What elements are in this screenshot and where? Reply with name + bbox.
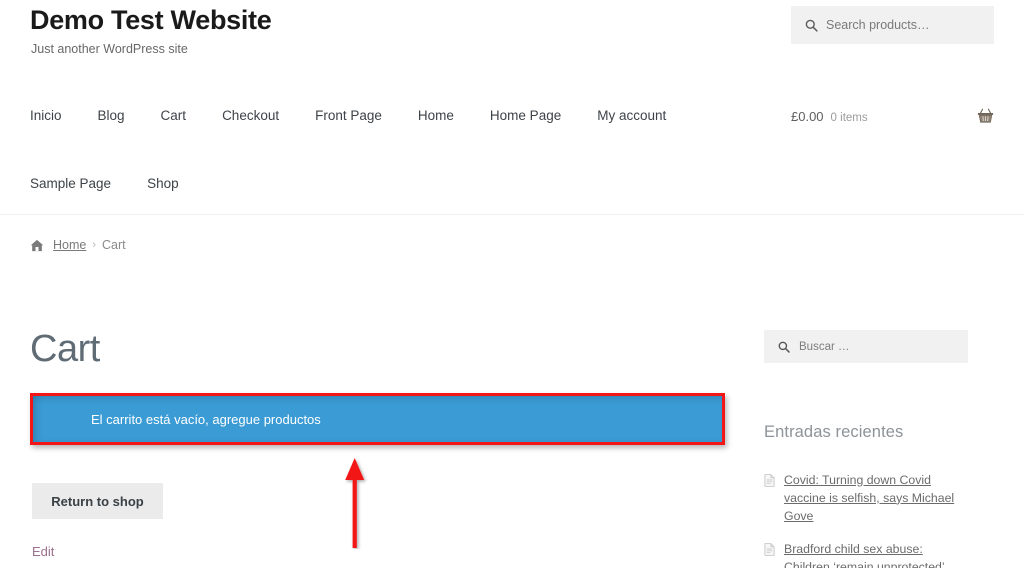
empty-cart-notice[interactable]: El carrito está vacío, agregue productos [33, 396, 722, 442]
nav-row-primary: Inicio Blog Cart Checkout Front Page Hom… [30, 96, 750, 134]
document-icon [764, 541, 775, 568]
nav-item-my-account[interactable]: My account [597, 108, 666, 123]
page-title: Cart [30, 328, 100, 370]
nav-item-front-page[interactable]: Front Page [315, 108, 382, 123]
breadcrumb-current: Cart [102, 238, 126, 252]
breadcrumb-home-link[interactable]: Home [53, 238, 86, 252]
sidebar: Buscar … Entradas recientes Covid: Turni… [764, 330, 968, 568]
sidebar-search-placeholder: Buscar … [799, 340, 850, 353]
main-content: Cart [30, 328, 730, 370]
recent-posts-heading: Entradas recientes [764, 423, 904, 441]
nav-item-home[interactable]: Home [418, 108, 454, 123]
product-search-box[interactable]: Search products… [791, 6, 994, 44]
annotation-arrow-icon [345, 458, 365, 548]
document-icon [764, 472, 775, 525]
site-tagline: Just another WordPress site [31, 42, 188, 56]
search-icon [805, 19, 818, 32]
nav-item-blog[interactable]: Blog [98, 108, 125, 123]
nav-item-shop[interactable]: Shop [147, 176, 179, 191]
nav-row-secondary: Sample Page Shop [30, 164, 750, 202]
breadcrumb-separator: › [92, 239, 97, 251]
cart-totals: £0.00 0 items [791, 109, 868, 124]
site-title[interactable]: Demo Test Website [30, 5, 272, 36]
recent-posts-list: Covid: Turning down Covid vaccine is sel… [764, 472, 968, 568]
nav-item-home-page[interactable]: Home Page [490, 108, 561, 123]
return-to-shop-button[interactable]: Return to shop [32, 483, 163, 519]
nav-item-sample-page[interactable]: Sample Page [30, 176, 111, 191]
recent-post-link[interactable]: Bradford child sex abuse: Children ‘rema… [784, 541, 968, 568]
list-item[interactable]: Bradford child sex abuse: Children ‘rema… [764, 541, 968, 568]
list-item[interactable]: Covid: Turning down Covid vaccine is sel… [764, 472, 968, 525]
edit-link[interactable]: Edit [32, 544, 54, 559]
cart-amount: £0.00 [791, 108, 824, 124]
main-navigation: Inicio Blog Cart Checkout Front Page Hom… [30, 96, 750, 202]
empty-cart-notice-text: El carrito está vacío, agregue productos [91, 411, 321, 427]
shopping-basket-icon[interactable] [977, 108, 994, 124]
product-search-placeholder: Search products… [826, 18, 930, 32]
recent-post-link[interactable]: Covid: Turning down Covid vaccine is sel… [784, 472, 968, 525]
breadcrumb: Home › Cart [30, 238, 126, 252]
header-divider [0, 214, 1024, 215]
empty-cart-notice-highlight: El carrito está vacío, agregue productos [30, 393, 725, 445]
nav-item-cart[interactable]: Cart [161, 108, 187, 123]
home-icon[interactable] [30, 239, 44, 252]
sidebar-search-box[interactable]: Buscar … [764, 330, 968, 363]
page-root: Demo Test Website Just another WordPress… [0, 0, 1024, 568]
search-icon [778, 341, 790, 353]
cart-summary[interactable]: £0.00 0 items [791, 104, 994, 128]
nav-item-checkout[interactable]: Checkout [222, 108, 279, 123]
nav-item-inicio[interactable]: Inicio [30, 108, 62, 123]
cart-item-count: 0 items [830, 111, 868, 124]
